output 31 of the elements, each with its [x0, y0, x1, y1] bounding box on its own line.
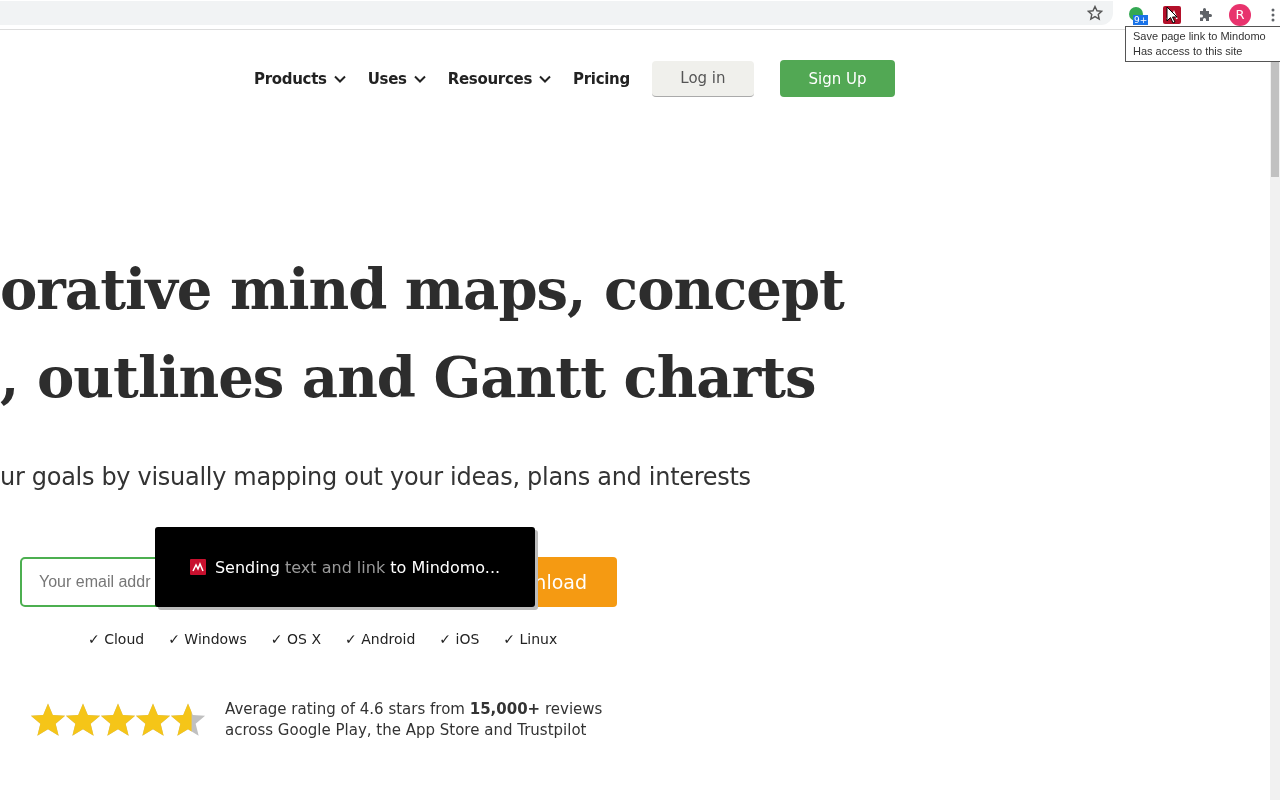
extensions-puzzle-icon[interactable]	[1197, 6, 1213, 23]
subtitle: ur goals by visually mapping out your ideas, plans and interests	[0, 463, 752, 491]
mindomo-icon	[189, 559, 206, 575]
notification-badge: 9+	[1133, 14, 1149, 25]
toast-message: Sending text and link to Mindomo...	[214, 557, 501, 577]
headline: , outlines and Gantt charts	[0, 343, 817, 412]
star-icon	[30, 702, 66, 738]
bookmark-star-icon[interactable]	[1087, 4, 1103, 21]
star-icon	[100, 702, 136, 738]
platform-label: ✓ Android	[345, 631, 416, 647]
tooltip-text: Save page link to Mindomo	[1133, 29, 1267, 44]
platform-label: ✓ Cloud	[88, 631, 145, 647]
rating-text: Average rating of 4.6 stars from 15,000+ reviews	[225, 699, 603, 720]
star-icon	[135, 702, 171, 738]
nav-link[interactable]: Resources	[447, 69, 552, 88]
menu-icon[interactable]	[1271, 6, 1275, 23]
platform-label: ✓ Windows	[168, 631, 247, 647]
tooltip-text: Has access to this site	[1133, 44, 1244, 59]
nav-link[interactable]: Products	[254, 69, 346, 88]
nav-link[interactable]: Pricing	[573, 69, 630, 88]
login-button[interactable]: Log in	[651, 60, 754, 97]
star-icon	[65, 702, 101, 738]
mouse-cursor-icon	[1166, 6, 1178, 24]
platform-label: ✓ OS X	[270, 631, 321, 647]
platform-label: ✓ iOS	[439, 631, 480, 647]
rating-text: across Google Play, the App Store and Trustpilot	[225, 720, 588, 741]
platform-label: ✓ Linux	[503, 631, 558, 647]
profile-avatar[interactable]: R	[1229, 3, 1251, 26]
nav-link[interactable]: Uses	[367, 69, 426, 88]
star-icon	[170, 702, 206, 738]
headline: orative mind maps, concept	[0, 255, 846, 324]
